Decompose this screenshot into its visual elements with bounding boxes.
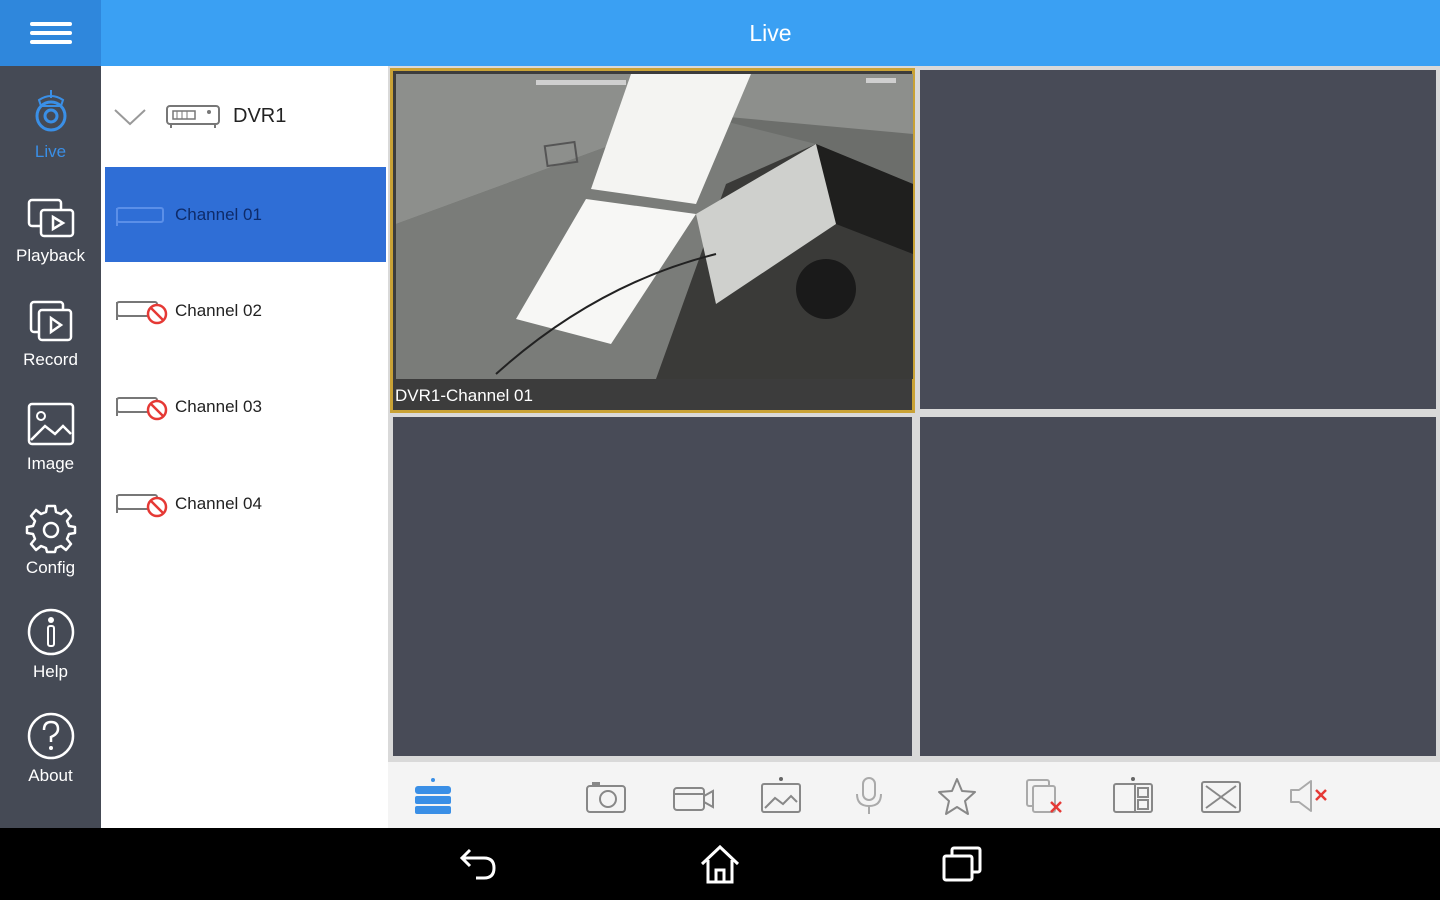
system-nav-bar [0, 828, 1440, 900]
favorite-star-icon [938, 778, 976, 815]
pane-label: DVR1-Channel 01 [395, 386, 533, 405]
nav-item-about[interactable]: About [0, 690, 101, 794]
menu-button[interactable] [0, 0, 101, 66]
camera-feed-image [396, 74, 913, 379]
snapshot-button[interactable] [582, 774, 630, 818]
dvr-icon [166, 105, 220, 128]
favorite-button[interactable] [933, 774, 981, 818]
page-title: Live [749, 19, 792, 46]
video-grid: DVR1-Channel 01 [388, 66, 1440, 762]
channel-row[interactable]: Channel 02 [105, 263, 386, 358]
stream-quality-button[interactable] [757, 774, 805, 818]
channel-row[interactable]: Channel 01 [105, 167, 386, 262]
nav-item-live[interactable]: Live [0, 66, 101, 170]
record-video-button[interactable] [669, 774, 717, 818]
mute-button[interactable] [1285, 774, 1333, 818]
home-button[interactable] [695, 842, 745, 886]
fullscreen-icon [1201, 781, 1241, 813]
info-icon [27, 608, 74, 656]
recents-icon [942, 846, 982, 882]
image-icon [27, 402, 74, 446]
playback-icon [27, 198, 74, 238]
nav-label: Playback [16, 246, 85, 265]
close-channel-icon [1026, 779, 1062, 813]
split-view-icon [1113, 777, 1153, 813]
snapshot-icon [586, 782, 626, 813]
channel-row[interactable]: Channel 03 [105, 359, 386, 454]
video-pane[interactable] [393, 417, 912, 756]
gear-icon [25, 504, 76, 554]
nav-label: Config [25, 558, 76, 577]
bottom-toolbar [388, 762, 1440, 828]
nav-item-record[interactable]: Record [0, 274, 101, 378]
channel-name: Channel 01 [175, 204, 262, 224]
nav-item-playback[interactable]: Playback [0, 170, 101, 274]
channel-name: Channel 03 [175, 396, 262, 416]
split-view-button[interactable] [1109, 774, 1157, 818]
top-bar: Live [101, 0, 1440, 66]
home-icon [700, 844, 740, 884]
channel-name: Channel 04 [175, 493, 262, 513]
chevron-down-icon [114, 109, 146, 126]
close-channel-button[interactable] [1021, 774, 1069, 818]
video-pane[interactable]: DVR1-Channel 01 [390, 68, 915, 413]
record-video-icon [673, 787, 714, 811]
nav-label: Image [26, 454, 75, 473]
layout-icon [415, 778, 451, 814]
stream-quality-icon [761, 777, 801, 813]
channel-camera-icon [116, 206, 164, 226]
dvr-name: DVR1 [233, 104, 287, 127]
camera-icon [35, 90, 66, 132]
nav-label: Live [34, 142, 67, 161]
channel-row[interactable]: Channel 04 [105, 456, 386, 551]
mute-icon [1290, 780, 1327, 812]
back-icon [459, 848, 496, 880]
nav-item-help[interactable]: Help [0, 586, 101, 690]
question-icon [27, 712, 74, 760]
record-icon [29, 300, 72, 342]
hamburger-icon [29, 17, 72, 49]
nav-item-image[interactable]: Image [0, 378, 101, 482]
channel-offline-icon [116, 300, 168, 324]
nav-label: About [28, 766, 73, 785]
channel-name: Channel 02 [175, 300, 262, 320]
sidebar: Live Playback Record Image Config Help A… [0, 66, 101, 828]
video-pane[interactable] [920, 417, 1436, 756]
video-pane[interactable] [920, 70, 1436, 409]
channel-offline-icon [116, 493, 168, 517]
layout-button[interactable] [409, 774, 457, 818]
fullscreen-button[interactable] [1197, 774, 1245, 818]
microphone-button[interactable] [845, 774, 893, 818]
device-tree: DVR1 Channel 01 Channel 02 Channel 03 Ch… [101, 66, 388, 828]
back-button[interactable] [453, 842, 503, 886]
nav-label: Help [33, 662, 68, 681]
dvr-device-row[interactable]: DVR1 [101, 66, 388, 166]
microphone-icon [856, 777, 882, 814]
nav-item-config[interactable]: Config [0, 482, 101, 586]
app-window: Live Live Playback Record Image Config H… [0, 0, 1440, 828]
recents-button[interactable] [937, 842, 987, 886]
channel-offline-icon [116, 396, 168, 420]
nav-label: Record [23, 350, 78, 369]
